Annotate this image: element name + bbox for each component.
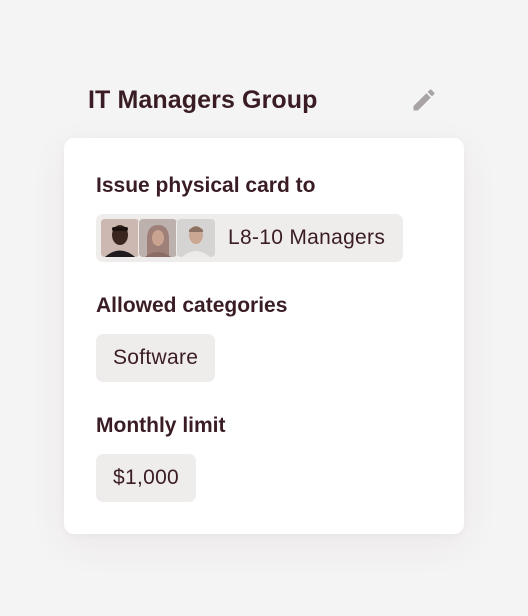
- avatar-group: [100, 218, 216, 258]
- pencil-icon: [413, 89, 435, 111]
- card-policy-panel: Issue physical card to L8-10 Managers Al…: [64, 138, 464, 534]
- audience-chip[interactable]: L8-10 Managers: [96, 214, 404, 262]
- avatar: [138, 218, 178, 258]
- avatar: [100, 218, 140, 258]
- limit-value-text: $1,000: [113, 466, 180, 489]
- allowed-categories-label: Allowed categories: [96, 294, 288, 317]
- issue-card-label: Issue physical card to: [96, 174, 316, 197]
- monthly-limit-label: Monthly limit: [96, 414, 226, 437]
- category-chip-software[interactable]: Software: [96, 334, 216, 382]
- group-header: IT Managers Group: [88, 80, 440, 120]
- edit-button[interactable]: [408, 84, 440, 116]
- avatar: [176, 218, 216, 258]
- category-chip-label: Software: [113, 346, 199, 369]
- audience-label: L8-10 Managers: [228, 226, 386, 249]
- monthly-limit-value[interactable]: $1,000: [96, 454, 197, 502]
- group-title: IT Managers Group: [88, 85, 318, 114]
